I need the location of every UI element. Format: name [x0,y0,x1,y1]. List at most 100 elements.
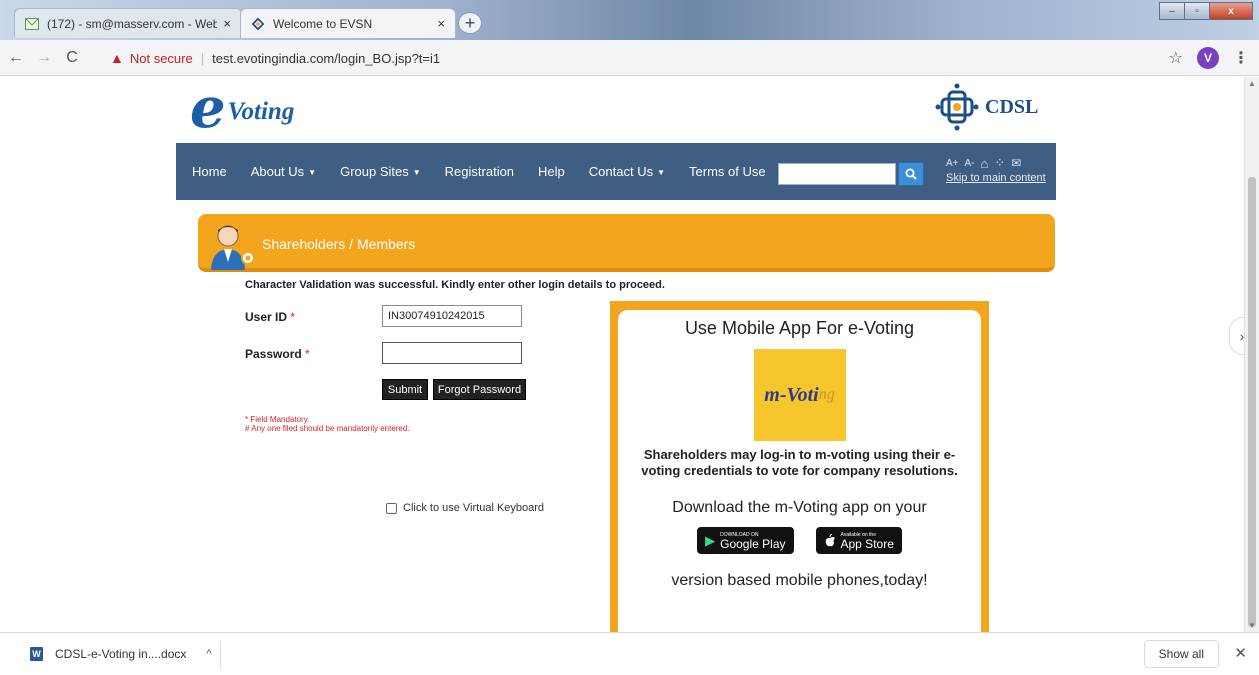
sitemap-icon[interactable]: ⁘ [994,155,1005,171]
shareholder-avatar-icon [211,225,255,270]
download-shelf: W CDSL-e-Voting in....docx ^ Show all ✕ [0,632,1259,675]
nav-help[interactable]: Help [526,164,577,179]
address-bar[interactable]: ▲ Not secure | test.evotingindia.com/log… [110,46,440,70]
cdsl-logo-text: CDSL [985,95,1039,118]
m-voting-logo-tail: ng [818,386,835,403]
user-id-input[interactable] [382,305,522,327]
close-tab-icon[interactable]: × [223,16,231,31]
side-panel-toggle[interactable]: › [1229,317,1244,355]
cdsl-favicon-icon [251,17,265,30]
password-label: Password * [245,347,310,361]
app-store-text: App Store [840,536,894,551]
virtual-keyboard-label: Click to use Virtual Keyboard [403,502,545,514]
security-label: Not secure [129,50,193,66]
reload-button[interactable]: C [60,46,84,70]
mobile-app-promo: Use Mobile App For e-Voting m-Voti ng Sha… [610,301,989,632]
nav-label: Help [538,164,565,179]
download-item[interactable]: W CDSL-e-Voting in....docx ^ [30,647,212,661]
shareholders-panel-header: Shareholders / Members [198,214,1055,272]
site-search-input[interactable] [778,163,896,185]
m-voting-app-logo: m-Voti ng [753,349,846,441]
main-nav: Home About Us ▼ Group Sites ▼ Registration… [176,143,1056,200]
user-id-label: User ID * [245,310,295,324]
nav-about-us[interactable]: About Us ▼ [239,164,328,179]
evoting-logo-word: Voting [227,98,295,125]
nav-label: Contact Us [588,164,654,179]
evoting-logo[interactable]: e Voting [190,77,350,141]
warning-icon: ▲ [110,50,124,66]
search-icon [905,168,917,180]
chevron-up-icon[interactable]: ^ [206,648,211,660]
page-scrollbar[interactable]: ▲ ▼ [1244,77,1259,632]
tab-evsn[interactable]: Welcome to EVSN × [240,8,456,38]
bookmark-star-icon[interactable]: ☆ [1169,48,1183,68]
caret-down-icon: ▼ [412,168,421,178]
forgot-password-button[interactable]: Forgot Password [433,379,526,400]
virtual-keyboard-checkbox[interactable] [386,502,397,514]
scroll-down-icon[interactable]: ▼ [1248,621,1256,630]
decrease-font-button[interactable]: A- [965,158,975,169]
caret-down-icon: ▼ [657,168,666,178]
nav-group-sites[interactable]: Group Sites ▼ [328,164,433,179]
browser-toolbar: ← → C ▲ Not secure | test.evotingindia.c… [0,40,1259,76]
password-input[interactable] [382,342,522,364]
tab-webmail[interactable]: (172) - sm@masserv.com - Webm × [14,8,242,38]
maximize-button[interactable]: ▫ [1184,2,1210,20]
download-file-name: CDSL-e-Voting in....docx [55,647,187,661]
tab-title: Welcome to EVSN [273,16,373,31]
promo-description: Shareholders may log-in to m-voting usin… [641,447,958,478]
mail-icon [25,17,39,30]
required-mark: * [305,347,310,361]
page-content: e Voting CDSL Home About Us ▼ Group Sites… [0,77,1244,632]
accessibility-tools: A+ A- ⌂ ⁘ ✉ Skip to main content [946,155,1046,184]
promo-version-text: version based mobile phones,today! [671,572,928,589]
nav-contact-us[interactable]: Contact Us ▼ [577,164,677,179]
scrollbar-thumb[interactable] [1248,177,1256,627]
tab-strip: (172) - sm@masserv.com - Webm × Welcome … [0,0,1259,40]
address-separator: | [200,50,205,66]
home-icon[interactable]: ⌂ [981,156,989,171]
close-download-bar-icon[interactable]: ✕ [1234,644,1247,662]
window-controls: – ▫ x [1159,2,1253,20]
nav-terms-of-use[interactable]: Terms of Use [677,164,778,179]
virtual-keyboard-option[interactable]: Click to use Virtual Keyboard [386,502,544,514]
nav-registration[interactable]: Registration [433,164,526,179]
m-voting-logo-main: m-Voti [764,383,819,406]
validation-message: Character Validation was successful. Kin… [245,279,665,291]
word-file-icon: W [30,647,43,661]
skip-to-content-link[interactable]: Skip to main content [946,172,1046,184]
nav-label: Registration [444,164,515,179]
nav-home[interactable]: Home [176,164,239,179]
mail-icon[interactable]: ✉ [1011,156,1021,170]
tab-title: (172) - sm@masserv.com - Webm [47,16,218,31]
nav-label: Home [192,164,227,179]
new-tab-button[interactable]: + [458,12,482,34]
close-window-button[interactable]: x [1209,2,1253,20]
apple-icon [825,533,835,546]
google-play-badge[interactable]: ▶ DOWNLOAD ON Google Play [697,527,794,554]
any-one-field-note: # Any one filed should be mandatorily en… [245,424,410,433]
submit-button[interactable]: Submit [382,379,428,400]
back-button[interactable]: ← [4,46,28,70]
cdsl-logo[interactable]: CDSL [935,82,1038,132]
show-all-button[interactable]: Show all [1143,640,1219,668]
nav-label: About Us [250,164,305,179]
caret-down-icon: ▼ [308,168,317,178]
user-id-label-text: User ID [245,310,288,324]
increase-font-button[interactable]: A+ [946,158,959,169]
required-mark: * [290,310,296,324]
promo-download-text: Download the m-Voting app on your [672,499,927,516]
profile-avatar[interactable]: V [1197,47,1219,69]
panel-title: Shareholders / Members [262,236,416,252]
minimize-button[interactable]: – [1159,2,1185,20]
cdsl-emblem-icon [935,83,979,131]
forward-button[interactable]: → [32,46,56,70]
google-play-text: Google Play [720,536,786,551]
url-text: test.evotingindia.com/login_BO.jsp?t=i1 [212,50,441,66]
evoting-logo-letter: e [190,77,226,141]
close-tab-icon[interactable]: × [437,16,445,31]
app-store-badge[interactable]: Available on the App Store [815,527,902,554]
menu-icon[interactable]: ⋮ [1233,48,1249,68]
scroll-up-icon[interactable]: ▲ [1248,79,1256,88]
search-button[interactable] [898,162,924,186]
